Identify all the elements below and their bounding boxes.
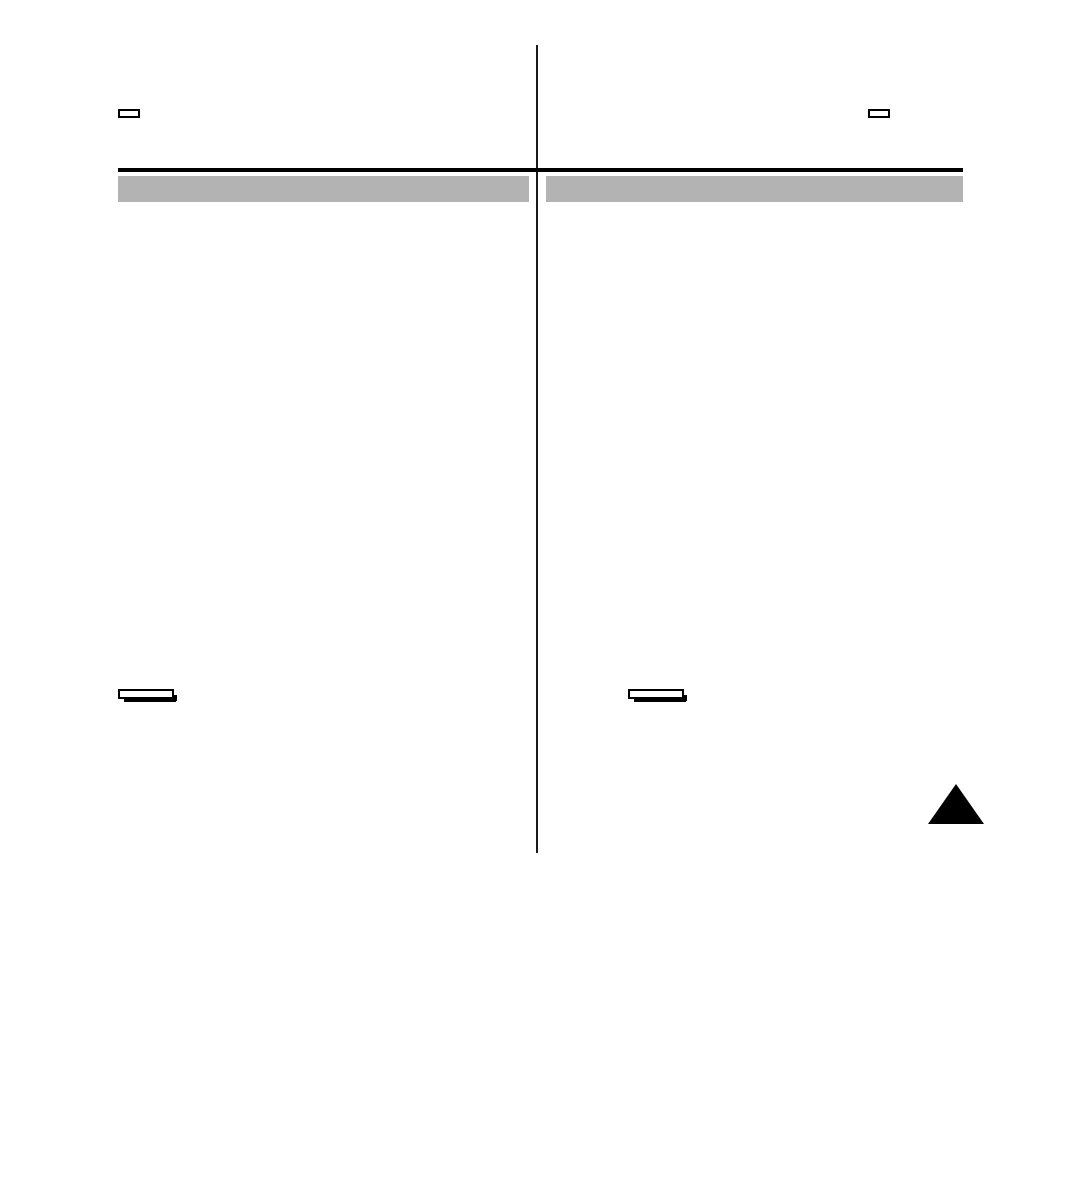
- notes-block-spanish: [628, 686, 973, 717]
- manual-page: [0, 0, 1080, 1177]
- notes-label-spanish: [628, 689, 687, 702]
- notes-label-english: [118, 689, 177, 702]
- section-header-spanish: [546, 176, 963, 202]
- language-tag-english: [118, 109, 140, 118]
- notes-block-english: [118, 686, 518, 717]
- section-header-english: [118, 176, 529, 202]
- triangle-shape: [928, 784, 984, 824]
- title-rule: [118, 168, 963, 172]
- page-number-badge: [928, 784, 984, 824]
- column-divider: [536, 45, 538, 853]
- language-tag-spanish: [868, 109, 890, 118]
